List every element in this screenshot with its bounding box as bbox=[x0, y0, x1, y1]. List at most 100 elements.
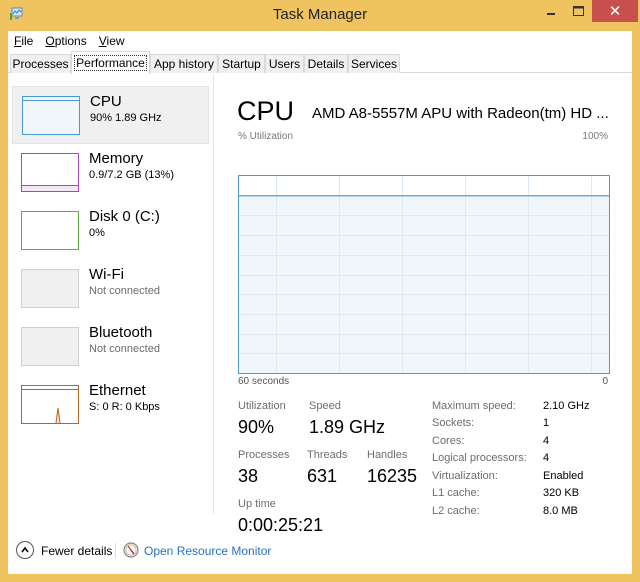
tab-bar: Processes Performance App history Startu… bbox=[8, 51, 632, 74]
tab-users[interactable]: Users bbox=[265, 54, 304, 73]
uptime-value: 0:00:25:21 bbox=[238, 515, 324, 535]
sidebar-item-name: Disk 0 (C:) bbox=[89, 208, 160, 225]
title-bar[interactable]: Task Manager ✕ bbox=[0, 0, 640, 30]
threads-value: 631 bbox=[307, 466, 338, 486]
cpu-model-name: AMD A8-5557M APU with Radeon(tm) HD ... bbox=[312, 105, 609, 122]
menu-file-label: ile bbox=[21, 34, 34, 48]
handles-label: Handles bbox=[367, 449, 408, 461]
utilization-label: Utilization bbox=[238, 400, 286, 412]
close-button[interactable]: ✕ bbox=[592, 0, 638, 22]
performance-sidebar: CPU 90% 1.89 GHz Memory 0.9/7.2 GB (13%)… bbox=[8, 74, 214, 514]
tab-app-history[interactable]: App history bbox=[150, 54, 218, 73]
graph-x-left-label: 60 seconds bbox=[238, 376, 290, 387]
handles-value: 16235 bbox=[367, 466, 418, 486]
detail-value: 4 bbox=[543, 435, 550, 447]
detail-value: Enabled bbox=[543, 470, 584, 482]
detail-label: Logical processors: bbox=[432, 452, 527, 464]
menu-file[interactable]: File bbox=[14, 34, 33, 48]
detail-label: Sockets: bbox=[432, 417, 475, 429]
detail-label: Cores: bbox=[432, 435, 465, 447]
tab-label: Performance bbox=[74, 55, 147, 71]
sidebar-item-name: CPU bbox=[90, 93, 122, 110]
tab-label: Services bbox=[350, 57, 397, 71]
tab-performance[interactable]: Performance bbox=[71, 51, 150, 74]
cpu-thumbnail-graph bbox=[22, 96, 80, 135]
sidebar-item-bluetooth[interactable]: Bluetooth Not connected bbox=[12, 318, 209, 376]
tab-label: Details bbox=[307, 57, 345, 71]
tab-processes[interactable]: Processes bbox=[10, 54, 71, 73]
disk-thumbnail-graph bbox=[21, 211, 79, 250]
cpu-utilization-graph bbox=[238, 175, 610, 374]
tab-label: Users bbox=[268, 57, 301, 71]
tab-label: Processes bbox=[12, 57, 69, 71]
minimize-button[interactable] bbox=[538, 0, 564, 22]
open-resource-monitor-link[interactable]: Open Resource Monitor bbox=[144, 544, 271, 558]
sidebar-item-wifi[interactable]: Wi-Fi Not connected bbox=[12, 260, 209, 318]
footer-separator bbox=[115, 543, 116, 558]
memory-thumbnail-graph bbox=[21, 153, 79, 192]
graph-y-label: % Utilization bbox=[238, 131, 294, 142]
menu-options-accel: O bbox=[45, 34, 55, 48]
utilization-area bbox=[239, 195, 609, 373]
utilization-value: 90% bbox=[238, 417, 275, 437]
speed-value: 1.89 GHz bbox=[309, 417, 386, 437]
graph-y-max-label: 100% bbox=[582, 131, 608, 142]
sidebar-item-name: Wi-Fi bbox=[89, 266, 124, 283]
wifi-thumbnail-graph bbox=[21, 269, 79, 308]
bluetooth-thumbnail-graph bbox=[21, 327, 79, 366]
sidebar-item-name: Ethernet bbox=[89, 382, 146, 399]
task-manager-window: Task Manager ✕ File Options View Process… bbox=[0, 0, 640, 582]
ethernet-spike bbox=[55, 407, 61, 423]
processes-value: 38 bbox=[238, 466, 259, 486]
tab-services[interactable]: Services bbox=[348, 54, 400, 73]
sidebar-item-memory[interactable]: Memory 0.9/7.2 GB (13%) bbox=[12, 144, 209, 202]
detail-value: 2.10 GHz bbox=[543, 400, 590, 412]
detail-value: 1 bbox=[543, 417, 550, 429]
processes-label: Processes bbox=[238, 449, 290, 461]
detail-label: L2 cache: bbox=[432, 505, 480, 517]
maximize-button[interactable] bbox=[565, 0, 591, 22]
detail-label: Virtualization: bbox=[432, 470, 498, 482]
fewer-details-button[interactable]: Fewer details bbox=[41, 544, 112, 558]
minimize-icon bbox=[547, 13, 555, 15]
tab-label: App history bbox=[153, 57, 215, 71]
sidebar-item-ethernet[interactable]: Ethernet S: 0 R: 0 Kbps bbox=[12, 376, 209, 434]
sidebar-item-name: Bluetooth bbox=[89, 324, 153, 341]
sidebar-item-sub: 0.9/7.2 GB (13%) bbox=[89, 169, 174, 181]
tab-details[interactable]: Details bbox=[304, 54, 348, 73]
detail-label: L1 cache: bbox=[432, 487, 480, 499]
footer-bar: Fewer details Open Resource Monitor bbox=[8, 536, 632, 568]
graph-x-right-label: 0 bbox=[602, 376, 608, 387]
sidebar-item-name: Memory bbox=[89, 150, 144, 167]
cpu-graph-canvas bbox=[239, 176, 609, 373]
chevron-up-circle-icon[interactable] bbox=[16, 541, 34, 559]
client-area: File Options View Processes Performance … bbox=[8, 31, 632, 574]
resource-monitor-icon[interactable] bbox=[123, 542, 139, 558]
sidebar-item-sub: 90% 1.89 GHz bbox=[90, 112, 162, 124]
sidebar-item-sub: Not connected bbox=[89, 285, 160, 297]
ethernet-thumbnail-graph bbox=[21, 385, 79, 424]
menu-view-label: iew bbox=[106, 34, 125, 48]
detail-value: 320 KB bbox=[543, 487, 580, 499]
page-title: CPU bbox=[237, 96, 295, 126]
close-icon: ✕ bbox=[608, 3, 622, 20]
menu-bar: File Options View bbox=[8, 31, 632, 51]
sidebar-item-cpu[interactable]: CPU 90% 1.89 GHz bbox=[12, 86, 209, 144]
menu-options[interactable]: Options bbox=[45, 34, 86, 48]
sidebar-item-disk[interactable]: Disk 0 (C:) 0% bbox=[12, 202, 209, 260]
cpu-detail-panel: CPU AMD A8-5557M APU with Radeon(tm) HD … bbox=[230, 74, 630, 535]
sidebar-item-sub: Not connected bbox=[89, 343, 160, 355]
menu-view-accel: V bbox=[98, 34, 107, 48]
tab-startup[interactable]: Startup bbox=[218, 54, 265, 73]
tab-label: Startup bbox=[222, 57, 261, 71]
speed-label: Speed bbox=[309, 400, 341, 412]
sidebar-item-sub: S: 0 R: 0 Kbps bbox=[89, 401, 160, 413]
menu-options-label: ptions bbox=[54, 34, 87, 48]
uptime-label: Up time bbox=[238, 498, 276, 510]
sidebar-item-sub: 0% bbox=[89, 227, 105, 239]
detail-value: 4 bbox=[543, 452, 550, 464]
maximize-icon bbox=[572, 6, 584, 16]
menu-view[interactable]: View bbox=[99, 34, 125, 48]
detail-label: Maximum speed: bbox=[432, 400, 516, 412]
threads-label: Threads bbox=[307, 449, 348, 461]
